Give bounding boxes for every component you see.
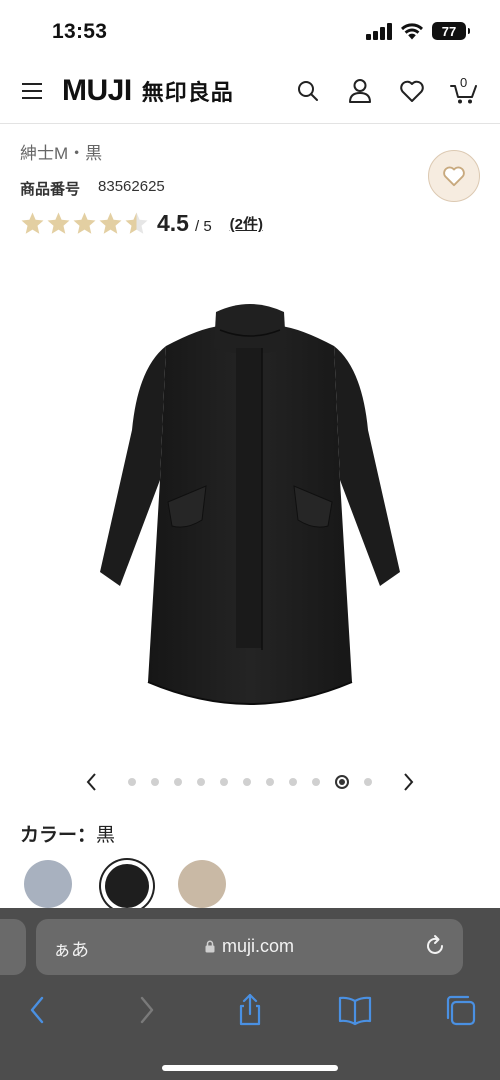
color-swatches	[24, 860, 500, 910]
wifi-icon	[401, 23, 423, 40]
lock-icon	[205, 940, 215, 953]
cart-icon[interactable]: 0	[450, 75, 478, 106]
color-label: カラー：黒	[20, 820, 115, 847]
color-swatch-blue-gray[interactable]	[24, 860, 72, 908]
reload-icon[interactable]	[423, 934, 447, 958]
tabs-icon[interactable]	[442, 992, 478, 1028]
search-icon[interactable]	[294, 76, 322, 106]
header-actions: 0	[294, 75, 478, 106]
product-number-label: 商品番号	[20, 181, 81, 198]
previous-tab-preview[interactable]	[0, 919, 26, 975]
carousel-dot[interactable]	[197, 778, 205, 786]
rating-max: / 5	[194, 218, 212, 235]
status-time: 13:53	[52, 20, 108, 43]
home-indicator	[162, 1065, 338, 1071]
heart-icon	[443, 166, 465, 187]
url-text: muji.com	[221, 936, 294, 956]
product-rating: 4.5 / 5 (2件)	[20, 210, 263, 237]
browser-toolbar: ぁあ muji.com	[0, 908, 500, 1080]
forward-icon[interactable]	[128, 992, 164, 1028]
chevron-left-icon[interactable]	[82, 770, 102, 794]
signal-icon	[366, 22, 392, 40]
star-icon	[73, 212, 96, 234]
carousel-dot[interactable]	[220, 778, 228, 786]
image-carousel	[0, 768, 500, 796]
logo-latin: MUJI	[62, 74, 132, 107]
star-icon	[99, 212, 122, 234]
carousel-dot-active[interactable]	[335, 775, 349, 789]
favorite-button[interactable]	[428, 150, 480, 202]
carousel-dot[interactable]	[364, 778, 372, 786]
rating-stars	[20, 211, 149, 236]
muji-logo[interactable]: MUJI 無印良品	[62, 74, 234, 108]
heart-icon[interactable]	[398, 76, 426, 106]
status-bar: 13:53 77	[0, 0, 500, 62]
product-category: 紳士M・黒	[20, 144, 103, 163]
chevron-right-icon[interactable]	[398, 770, 418, 794]
status-icons: 77	[366, 22, 470, 40]
carousel-dot[interactable]	[151, 778, 159, 786]
product-image-coat[interactable]	[90, 290, 410, 720]
star-icon	[47, 212, 70, 234]
account-icon[interactable]	[346, 76, 374, 106]
product-number: 商品番号 83562625	[20, 178, 165, 199]
back-icon[interactable]	[20, 992, 56, 1028]
rating-value: 4.5	[157, 210, 189, 236]
battery-icon: 77	[432, 22, 470, 40]
address-bar[interactable]: ぁあ muji.com	[36, 919, 463, 975]
site-header: MUJI 無印良品 0	[0, 62, 500, 124]
carousel-dot[interactable]	[243, 778, 251, 786]
color-swatch-beige[interactable]	[178, 860, 226, 908]
product-number-value: 83562625	[98, 178, 165, 195]
star-icon	[125, 212, 148, 234]
carousel-dot[interactable]	[266, 778, 274, 786]
cart-count: 0	[460, 75, 468, 90]
color-swatch-black[interactable]	[105, 864, 149, 908]
color-label-text: カラー：	[20, 825, 97, 846]
carousel-dots	[128, 775, 372, 789]
review-count-link[interactable]: (2件)	[230, 213, 263, 234]
logo-jp: 無印良品	[141, 80, 234, 105]
menu-icon[interactable]	[22, 82, 42, 100]
browser-nav-row	[0, 992, 500, 1032]
url-display[interactable]: muji.com	[36, 936, 463, 957]
carousel-dot[interactable]	[312, 778, 320, 786]
carousel-dot[interactable]	[174, 778, 182, 786]
star-icon	[21, 212, 44, 234]
bookmarks-icon[interactable]	[337, 992, 373, 1028]
color-value: 黒	[96, 825, 116, 846]
carousel-dot[interactable]	[128, 778, 136, 786]
share-icon[interactable]	[232, 992, 268, 1028]
carousel-dot[interactable]	[289, 778, 297, 786]
